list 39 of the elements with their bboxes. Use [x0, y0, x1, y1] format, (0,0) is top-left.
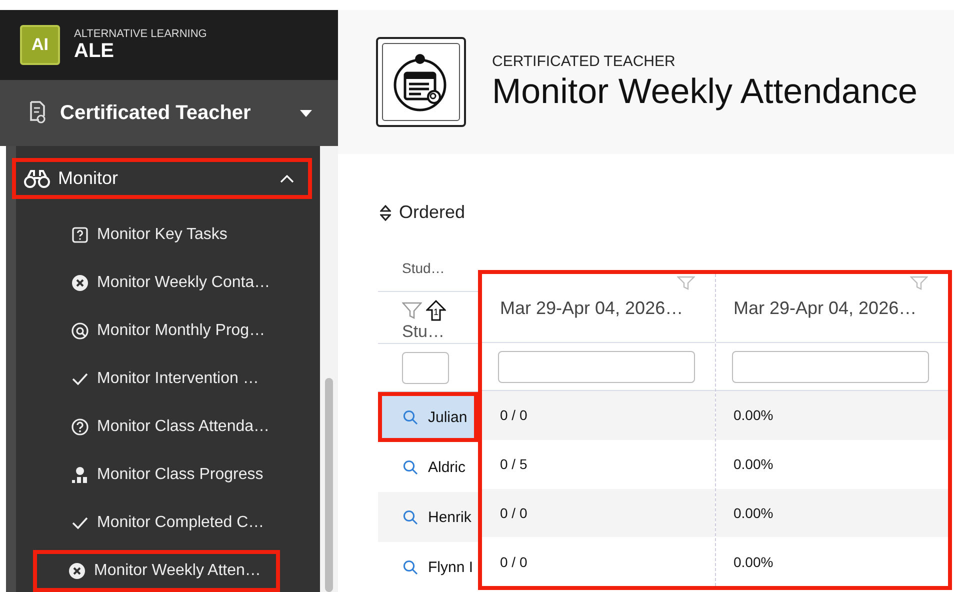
student-row[interactable]: Flynn I — [378, 542, 478, 592]
table-cell-text: 0.00% — [732, 552, 774, 572]
app-subtitle: ALTERNATIVE LEARNING — [74, 28, 207, 40]
app-logo: AI — [20, 25, 60, 65]
page-eyebrow: CERTIFICATED TEACHER — [492, 52, 676, 70]
nav-item[interactable]: Monitor Monthly Prog… — [16, 307, 290, 355]
nav-section-label: Monitor — [58, 168, 120, 189]
nav-item[interactable]: Monitor Class Progress — [16, 451, 290, 499]
nav-item[interactable]: Monitor Completed C… — [16, 499, 290, 547]
student-row[interactable]: Henrik — [378, 492, 478, 542]
role-menu[interactable]: Certificated Teacher — [0, 80, 338, 146]
sort-rank-icon: 1 — [426, 300, 446, 322]
nav-item[interactable]: Monitor Class Attenda… — [16, 403, 290, 451]
sort-label[interactable]: Ordered — [399, 202, 466, 223]
table-cell: 0.00% — [716, 391, 948, 440]
student-name: Flynn I — [428, 558, 474, 576]
column-header[interactable]: Mar 29-Apr 04, 2026… — [500, 298, 684, 319]
page-title: Monitor Weekly Attendance — [492, 72, 918, 112]
nav-item[interactable]: Monitor Key Tasks — [16, 211, 290, 259]
table-cell: 0.00% — [716, 488, 948, 538]
nav-item[interactable]: Monitor Intervention … — [16, 355, 290, 403]
column-header[interactable]: Mar 29-Apr 04, 2026… — [734, 298, 917, 319]
student-row[interactable]: Aldric — [378, 442, 478, 492]
table-cell-text: 0 / 5 — [499, 455, 528, 474]
student-row[interactable]: Julian — [378, 392, 478, 442]
student-name: Julian — [428, 408, 468, 426]
table-cell: 0 / 0 — [482, 391, 714, 440]
nav-section[interactable]: Monitor — [12, 158, 312, 199]
student-name: Henrik — [428, 508, 472, 526]
table-cell-text: 0 / 0 — [499, 552, 528, 572]
role-label: Certificated Teacher — [60, 102, 252, 124]
column-header[interactable]: Stu… — [402, 322, 445, 341]
table-cell-text: 0.00% — [732, 455, 774, 474]
student-name: Aldric — [428, 458, 466, 476]
app-name: ALE — [74, 40, 115, 62]
column-header[interactable]: Stud… — [402, 260, 445, 276]
nav-item[interactable]: Monitor Weekly Conta… — [16, 259, 290, 307]
table-cell: 0 / 0 — [482, 488, 714, 538]
nav-item[interactable]: Monitor Weekly Atten… — [33, 550, 280, 592]
